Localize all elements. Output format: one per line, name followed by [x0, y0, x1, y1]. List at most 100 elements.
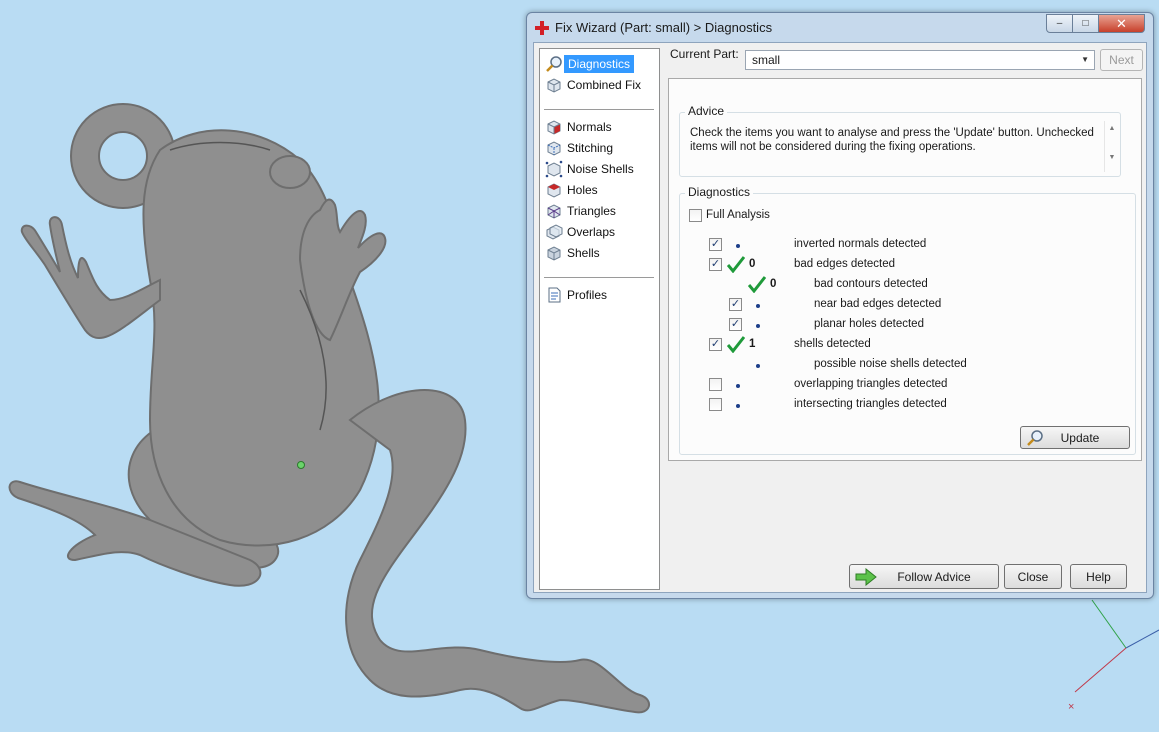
- close-window-button[interactable]: ✕: [1099, 14, 1145, 33]
- frog-body: [142, 129, 380, 547]
- row-checkbox[interactable]: ✓: [729, 318, 742, 331]
- row-checkbox[interactable]: ✓: [709, 258, 722, 271]
- nav-label: Combined Fix: [567, 77, 642, 92]
- noise-cube-icon: [545, 160, 563, 177]
- next-button[interactable]: Next: [1100, 49, 1143, 71]
- diagnostics-title: Diagnostics: [685, 185, 754, 199]
- close-icon: ✕: [1116, 15, 1127, 31]
- dropdown-arrow-icon: ▼: [1081, 55, 1089, 64]
- holes-cube-icon: [547, 182, 561, 198]
- follow-advice-button[interactable]: Follow Advice: [849, 564, 999, 589]
- frog-left-arm: [20, 216, 161, 340]
- wizard-nav: Diagnostics Combined Fix Normals Stitchi…: [539, 48, 660, 590]
- nav-label: Shells: [567, 245, 600, 260]
- current-part-value: small: [752, 53, 781, 67]
- nav-item-normals[interactable]: Normals: [544, 117, 656, 136]
- nav-label: Stitching: [567, 140, 614, 155]
- triangle-cube-icon: [547, 203, 561, 219]
- ok-check-icon: [727, 256, 745, 273]
- row-label: overlapping triangles detected: [794, 378, 948, 390]
- magnifier-icon: [546, 55, 562, 72]
- full-analysis-label: Full Analysis: [706, 209, 770, 221]
- row-checkbox[interactable]: [709, 398, 722, 411]
- status-dot: [736, 404, 740, 408]
- nav-item-shells[interactable]: Shells: [544, 243, 656, 262]
- diag-row-bad-edges: ✓ 0 bad edges detected: [680, 256, 1120, 275]
- status-dot: [736, 244, 740, 248]
- green-arrow-icon: [855, 567, 877, 586]
- advice-scrollbar[interactable]: ▲ ▼: [1104, 121, 1119, 172]
- nav-label: Holes: [567, 182, 598, 197]
- row-label: planar holes detected: [814, 318, 924, 330]
- row-count: 1: [749, 338, 756, 350]
- red-cross-icon: [535, 21, 549, 35]
- nav-item-overlaps[interactable]: Overlaps: [544, 222, 656, 241]
- row-label: bad edges detected: [794, 258, 896, 270]
- ok-check-icon: [748, 276, 766, 293]
- minimize-icon: –: [1056, 18, 1063, 29]
- shells-cube-icon: [547, 245, 561, 261]
- help-label: Help: [1086, 569, 1111, 584]
- advice-text: Check the items you want to analyse and …: [690, 127, 1094, 153]
- update-label: Update: [1060, 430, 1100, 445]
- title-bar[interactable]: Fix Wizard (Part: small) > Diagnostics –…: [527, 13, 1153, 41]
- nav-item-triangles[interactable]: Triangles: [544, 201, 656, 220]
- nav-label: Noise Shells: [567, 161, 634, 176]
- row-label: possible noise shells detected: [814, 358, 967, 370]
- advice-title: Advice: [685, 104, 728, 118]
- frog-ring-hole: [98, 131, 148, 181]
- axis-gizmo: ×: [1068, 599, 1159, 713]
- scroll-down-icon[interactable]: ▼: [1105, 154, 1119, 161]
- row-count: 0: [770, 278, 777, 290]
- maximize-button[interactable]: □: [1073, 14, 1099, 33]
- fix-wizard-window: Fix Wizard (Part: small) > Diagnostics –…: [526, 12, 1154, 599]
- minimize-button[interactable]: –: [1046, 14, 1073, 33]
- nav-label: Profiles: [567, 287, 608, 302]
- close-button[interactable]: Close: [1004, 564, 1062, 589]
- nav-item-stitching[interactable]: Stitching: [544, 138, 656, 157]
- status-dot: [756, 324, 760, 328]
- nav-item-combined-fix[interactable]: Combined Fix: [544, 75, 656, 94]
- diag-row-bad-contours: 0 bad contours detected: [680, 276, 1120, 295]
- red-cube-icon: [547, 119, 561, 135]
- row-checkbox[interactable]: ✓: [709, 338, 722, 351]
- next-label: Next: [1109, 53, 1134, 67]
- advice-group: Advice Check the items you want to analy…: [679, 104, 1121, 177]
- diagnostics-group: Diagnostics Full Analysis ✓ inverted nor…: [679, 185, 1136, 455]
- row-label: inverted normals detected: [794, 238, 927, 250]
- diag-row-intersecting-triangles: intersecting triangles detected: [680, 397, 1120, 415]
- current-part-select[interactable]: small ▼: [745, 50, 1095, 70]
- follow-advice-label: Follow Advice: [897, 569, 971, 584]
- status-dot: [756, 364, 760, 368]
- update-button[interactable]: Update: [1020, 426, 1130, 449]
- full-analysis-checkbox[interactable]: [689, 209, 702, 222]
- row-checkbox[interactable]: ✓: [729, 298, 742, 311]
- nav-item-noise-shells[interactable]: Noise Shells: [544, 159, 656, 178]
- status-dot: [736, 384, 740, 388]
- document-icon: [548, 287, 561, 302]
- full-analysis-row[interactable]: Full Analysis: [689, 208, 809, 226]
- nav-item-profiles[interactable]: Profiles: [544, 285, 656, 304]
- scroll-up-icon[interactable]: ▲: [1105, 125, 1119, 132]
- status-dot: [756, 304, 760, 308]
- nav-item-diagnostics[interactable]: Diagnostics: [544, 54, 656, 73]
- nav-label: Diagnostics: [564, 54, 635, 73]
- diag-row-near-bad-edges: ✓ near bad edges detected: [680, 297, 1120, 315]
- diagnostics-panel: Advice Check the items you want to analy…: [668, 78, 1142, 461]
- nav-divider: [544, 277, 654, 278]
- help-button[interactable]: Help: [1070, 564, 1127, 589]
- diag-row-noise-shells: possible noise shells detected: [680, 357, 1120, 375]
- current-part-label: Current Part:: [670, 47, 739, 61]
- dialog-client: Diagnostics Combined Fix Normals Stitchi…: [533, 42, 1147, 593]
- row-label: bad contours detected: [814, 278, 928, 290]
- overlap-cube-icon: [546, 223, 563, 240]
- row-checkbox[interactable]: ✓: [709, 238, 722, 251]
- nav-label: Triangles: [567, 203, 616, 218]
- diag-row-planar-holes: ✓ planar holes detected: [680, 317, 1120, 335]
- nav-label: Overlaps: [567, 224, 616, 239]
- nav-item-holes[interactable]: Holes: [544, 180, 656, 199]
- row-label: shells detected: [794, 338, 871, 350]
- row-checkbox[interactable]: [709, 378, 722, 391]
- pivot-marker: [297, 461, 305, 469]
- maximize-icon: □: [1082, 18, 1089, 29]
